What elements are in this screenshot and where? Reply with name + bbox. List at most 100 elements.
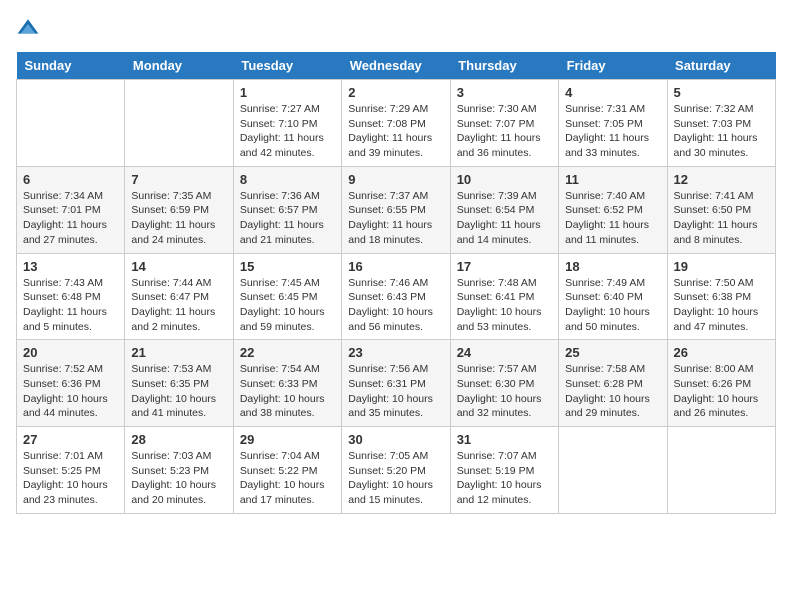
day-detail: Sunrise: 7:41 AMSunset: 6:50 PMDaylight:… <box>674 189 769 248</box>
calendar-cell: 17 Sunrise: 7:48 AMSunset: 6:41 PMDayligh… <box>450 253 558 340</box>
calendar-header-wednesday: Wednesday <box>342 52 450 80</box>
calendar-header-sunday: Sunday <box>17 52 125 80</box>
calendar-cell: 13Sunrise: 7:43 AMSunset: 6:48 PMDayligh… <box>17 253 125 340</box>
day-detail: Sunrise: 7:39 AMSunset: 6:54 PMDaylight:… <box>457 189 552 248</box>
calendar-cell: 20 Sunrise: 7:52 AMSunset: 6:36 PMDayligh… <box>17 340 125 427</box>
day-detail: Sunrise: 7:52 AMSunset: 6:36 PMDaylight:… <box>23 362 118 421</box>
day-number: 6 <box>23 172 118 187</box>
day-number: 8 <box>240 172 335 187</box>
calendar-cell: 23 Sunrise: 7:56 AMSunset: 6:31 PMDayligh… <box>342 340 450 427</box>
day-number: 2 <box>348 85 443 100</box>
calendar-cell: 28 Sunrise: 7:03 AMSunset: 5:23 PMDayligh… <box>125 427 233 514</box>
day-number: 4 <box>565 85 660 100</box>
calendar-week-row: 1 Sunrise: 7:27 AMSunset: 7:10 PMDaylight… <box>17 80 776 167</box>
day-number: 3 <box>457 85 552 100</box>
day-number: 14 <box>131 259 226 274</box>
day-number: 12 <box>674 172 769 187</box>
day-number: 25 <box>565 345 660 360</box>
calendar-cell: 5Sunrise: 7:32 AMSunset: 7:03 PMDaylight… <box>667 80 775 167</box>
day-detail: Sunrise: 7:07 AMSunset: 5:19 PMDaylight:… <box>457 449 552 508</box>
calendar-week-row: 27 Sunrise: 7:01 AMSunset: 5:25 PMDayligh… <box>17 427 776 514</box>
calendar-header-friday: Friday <box>559 52 667 80</box>
calendar-cell: 12 Sunrise: 7:41 AMSunset: 6:50 PMDayligh… <box>667 166 775 253</box>
day-detail: Sunrise: 7:40 AMSunset: 6:52 PMDaylight:… <box>565 189 660 248</box>
logo <box>16 16 44 40</box>
day-number: 7 <box>131 172 226 187</box>
calendar-cell: 15 Sunrise: 7:45 AMSunset: 6:45 PMDayligh… <box>233 253 341 340</box>
calendar-cell: 29 Sunrise: 7:04 AMSunset: 5:22 PMDayligh… <box>233 427 341 514</box>
day-detail: Sunrise: 7:57 AMSunset: 6:30 PMDaylight:… <box>457 362 552 421</box>
day-number: 17 <box>457 259 552 274</box>
day-detail: Sunrise: 8:00 AMSunset: 6:26 PMDaylight:… <box>674 362 769 421</box>
calendar-cell: 31 Sunrise: 7:07 AMSunset: 5:19 PMDayligh… <box>450 427 558 514</box>
day-number: 15 <box>240 259 335 274</box>
calendar-header-thursday: Thursday <box>450 52 558 80</box>
calendar-header-monday: Monday <box>125 52 233 80</box>
day-detail: Sunrise: 7:05 AMSunset: 5:20 PMDaylight:… <box>348 449 443 508</box>
calendar-cell: 26 Sunrise: 8:00 AMSunset: 6:26 PMDayligh… <box>667 340 775 427</box>
day-number: 28 <box>131 432 226 447</box>
day-number: 31 <box>457 432 552 447</box>
day-detail: Sunrise: 7:27 AMSunset: 7:10 PMDaylight:… <box>240 102 335 161</box>
day-detail: Sunrise: 7:50 AMSunset: 6:38 PMDaylight:… <box>674 276 769 335</box>
day-detail: Sunrise: 7:01 AMSunset: 5:25 PMDaylight:… <box>23 449 118 508</box>
logo-icon <box>16 16 40 40</box>
calendar-table: SundayMondayTuesdayWednesdayThursdayFrid… <box>16 52 776 514</box>
day-detail: Sunrise: 7:46 AMSunset: 6:43 PMDaylight:… <box>348 276 443 335</box>
calendar-cell: 14Sunrise: 7:44 AMSunset: 6:47 PMDayligh… <box>125 253 233 340</box>
day-detail: Sunrise: 7:48 AMSunset: 6:41 PMDaylight:… <box>457 276 552 335</box>
day-number: 9 <box>348 172 443 187</box>
calendar-cell: 4 Sunrise: 7:31 AMSunset: 7:05 PMDaylight… <box>559 80 667 167</box>
calendar-cell: 16Sunrise: 7:46 AMSunset: 6:43 PMDayligh… <box>342 253 450 340</box>
calendar-week-row: 20 Sunrise: 7:52 AMSunset: 6:36 PMDayligh… <box>17 340 776 427</box>
calendar-cell: 21 Sunrise: 7:53 AMSunset: 6:35 PMDayligh… <box>125 340 233 427</box>
day-detail: Sunrise: 7:43 AMSunset: 6:48 PMDaylight:… <box>23 276 118 335</box>
day-detail: Sunrise: 7:56 AMSunset: 6:31 PMDaylight:… <box>348 362 443 421</box>
calendar-week-row: 6Sunrise: 7:34 AMSunset: 7:01 PMDaylight… <box>17 166 776 253</box>
day-detail: Sunrise: 7:37 AMSunset: 6:55 PMDaylight:… <box>348 189 443 248</box>
calendar-cell: 22Sunrise: 7:54 AMSunset: 6:33 PMDayligh… <box>233 340 341 427</box>
day-detail: Sunrise: 7:45 AMSunset: 6:45 PMDaylight:… <box>240 276 335 335</box>
day-number: 29 <box>240 432 335 447</box>
day-detail: Sunrise: 7:03 AMSunset: 5:23 PMDaylight:… <box>131 449 226 508</box>
calendar-cell: 9 Sunrise: 7:37 AMSunset: 6:55 PMDaylight… <box>342 166 450 253</box>
page-header <box>16 16 776 40</box>
calendar-cell: 3 Sunrise: 7:30 AMSunset: 7:07 PMDaylight… <box>450 80 558 167</box>
calendar-cell: 19 Sunrise: 7:50 AMSunset: 6:38 PMDayligh… <box>667 253 775 340</box>
day-number: 20 <box>23 345 118 360</box>
calendar-cell <box>17 80 125 167</box>
calendar-cell: 25 Sunrise: 7:58 AMSunset: 6:28 PMDayligh… <box>559 340 667 427</box>
day-detail: Sunrise: 7:31 AMSunset: 7:05 PMDaylight:… <box>565 102 660 161</box>
day-detail: Sunrise: 7:30 AMSunset: 7:07 PMDaylight:… <box>457 102 552 161</box>
day-detail: Sunrise: 7:32 AMSunset: 7:03 PMDaylight:… <box>674 102 769 161</box>
calendar-cell: 24Sunrise: 7:57 AMSunset: 6:30 PMDayligh… <box>450 340 558 427</box>
calendar-header-saturday: Saturday <box>667 52 775 80</box>
day-detail: Sunrise: 7:53 AMSunset: 6:35 PMDaylight:… <box>131 362 226 421</box>
calendar-cell <box>559 427 667 514</box>
day-number: 10 <box>457 172 552 187</box>
calendar-cell: 8 Sunrise: 7:36 AMSunset: 6:57 PMDaylight… <box>233 166 341 253</box>
calendar-cell: 27 Sunrise: 7:01 AMSunset: 5:25 PMDayligh… <box>17 427 125 514</box>
calendar-cell: 6Sunrise: 7:34 AMSunset: 7:01 PMDaylight… <box>17 166 125 253</box>
day-number: 30 <box>348 432 443 447</box>
day-number: 27 <box>23 432 118 447</box>
calendar-cell: 7Sunrise: 7:35 AMSunset: 6:59 PMDaylight… <box>125 166 233 253</box>
calendar-cell: 30 Sunrise: 7:05 AMSunset: 5:20 PMDayligh… <box>342 427 450 514</box>
calendar-header-tuesday: Tuesday <box>233 52 341 80</box>
day-number: 23 <box>348 345 443 360</box>
calendar-week-row: 13Sunrise: 7:43 AMSunset: 6:48 PMDayligh… <box>17 253 776 340</box>
calendar-cell: 1 Sunrise: 7:27 AMSunset: 7:10 PMDaylight… <box>233 80 341 167</box>
day-number: 19 <box>674 259 769 274</box>
day-detail: Sunrise: 7:58 AMSunset: 6:28 PMDaylight:… <box>565 362 660 421</box>
day-number: 18 <box>565 259 660 274</box>
calendar-cell: 2 Sunrise: 7:29 AMSunset: 7:08 PMDaylight… <box>342 80 450 167</box>
day-number: 1 <box>240 85 335 100</box>
day-number: 26 <box>674 345 769 360</box>
day-detail: Sunrise: 7:04 AMSunset: 5:22 PMDaylight:… <box>240 449 335 508</box>
calendar-cell: 11 Sunrise: 7:40 AMSunset: 6:52 PMDayligh… <box>559 166 667 253</box>
day-detail: Sunrise: 7:29 AMSunset: 7:08 PMDaylight:… <box>348 102 443 161</box>
day-number: 21 <box>131 345 226 360</box>
calendar-cell: 18Sunrise: 7:49 AMSunset: 6:40 PMDayligh… <box>559 253 667 340</box>
day-number: 11 <box>565 172 660 187</box>
day-detail: Sunrise: 7:36 AMSunset: 6:57 PMDaylight:… <box>240 189 335 248</box>
